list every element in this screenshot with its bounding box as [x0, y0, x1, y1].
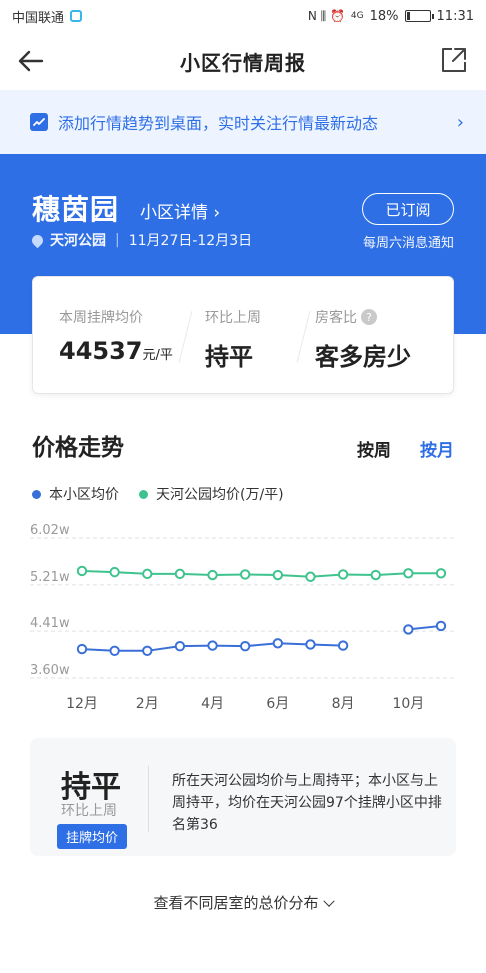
share-icon[interactable]: [440, 46, 468, 74]
data-point-district: [207, 569, 218, 581]
data-point-district: [239, 569, 251, 580]
series-line-district: [81, 569, 441, 578]
data-point-district: [403, 568, 414, 579]
data-point-district: [272, 569, 284, 581]
divider: [296, 311, 311, 363]
data-point-district: [174, 568, 186, 580]
summary-subline: 环比上周: [61, 803, 117, 819]
battery-icon: [404, 10, 434, 22]
clock: 11:31: [436, 8, 474, 24]
separator: |: [115, 232, 120, 248]
data-point-district: [370, 569, 381, 581]
y-tick-label: 5.21w: [30, 570, 70, 585]
data-point-community: [76, 643, 88, 655]
app-notification-icon: [70, 10, 83, 22]
data-point-community: [239, 640, 251, 652]
notify-note: 每周六消息通知: [362, 236, 454, 251]
data-point-community: [305, 639, 316, 650]
divider: [178, 311, 193, 363]
chart-legend: 本小区均价 天河公园均价(万/平): [32, 484, 284, 504]
add-to-desktop-banner[interactable]: 添加行情趋势到桌面，实时关注行情最新动态 ›: [0, 90, 486, 154]
carrier-label: 中国联通: [12, 10, 65, 26]
tab-by-week[interactable]: 按周: [357, 436, 391, 461]
listing-price-label: 本周挂牌均价: [59, 310, 143, 326]
data-point-community: [337, 640, 349, 651]
community-name: 穗茵园: [32, 193, 120, 226]
data-point-district: [76, 565, 88, 577]
summary-card: 持平 环比上周 挂牌均价 所在天河公园均价与上周持平；本小区与上周持平，均价在天…: [30, 738, 456, 856]
status-icons: N ⫼ ⏰: [307, 8, 345, 23]
data-point-community: [435, 620, 447, 632]
back-arrow-icon[interactable]: [16, 46, 46, 76]
x-tick-label: 12月: [66, 696, 98, 712]
legend-label-community: 本小区均价: [49, 487, 119, 503]
help-icon[interactable]: ?: [361, 309, 377, 325]
location-pin-icon: [29, 232, 46, 248]
data-point-community: [403, 624, 414, 635]
stats-card: 本周挂牌均价 44537元/平 环比上周 持平 房客比 ? 客多房少: [32, 276, 454, 394]
ratio-stat: 房客比 ? 客多房少: [315, 307, 411, 372]
location-info: 天河公园 | 11月27日-12月3日: [29, 230, 253, 250]
wow-stat: 环比上周 持平: [205, 307, 261, 372]
battery-percent: 18%: [369, 8, 399, 24]
nav-bar: 小区行情周报: [0, 32, 486, 90]
y-tick-label: 3.60w: [30, 663, 70, 678]
data-point-community: [207, 640, 218, 651]
subscribed-button[interactable]: 已订阅: [362, 193, 454, 225]
legend-label-district: 天河公园均价(万/平): [156, 487, 284, 503]
district-name: 天河公园: [50, 233, 106, 249]
summary-badge: 挂牌均价: [57, 824, 128, 849]
price-trend-chart[interactable]: 6.02w 5.21w 4.41w 3.60w 12月 2月 4月 6月 8月 10月: [0, 520, 486, 720]
x-tick-label: 8月: [332, 696, 355, 712]
trend-chart-icon: [30, 113, 48, 131]
signal-icon: 4G: [350, 11, 364, 21]
data-point-district: [337, 569, 349, 580]
chevron-right-icon: ›: [456, 111, 464, 133]
x-tick-label: 10月: [392, 696, 424, 712]
price-distribution-label: 查看不同居室的总价分布: [153, 894, 319, 912]
data-point-district: [305, 571, 316, 582]
banner-text: 添加行情趋势到桌面，实时关注行情最新动态: [58, 114, 379, 133]
y-tick-label: 4.41w: [30, 616, 70, 631]
data-point-district: [435, 568, 447, 579]
listing-price-unit: 元/平: [142, 348, 173, 363]
y-tick-label: 6.02w: [30, 523, 70, 538]
legend-dot-blue: [32, 489, 41, 499]
summary-description: 所在天河公园均价与上周持平；本小区与上周持平，均价在天河公园97个挂牌小区中排名…: [172, 773, 442, 833]
data-point-community: [109, 645, 120, 657]
wow-value: 持平: [205, 343, 253, 371]
listing-price-stat: 本周挂牌均价 44537元/平: [59, 307, 173, 365]
data-point-district: [109, 566, 120, 578]
summary-divider: [148, 766, 149, 832]
x-tick-label: 6月: [266, 696, 289, 712]
data-point-district: [142, 568, 153, 580]
trend-title: 价格走势: [32, 435, 124, 461]
community-detail-link[interactable]: 小区详情 ›: [140, 198, 220, 223]
tab-by-month[interactable]: 按月: [420, 436, 454, 461]
ratio-label-row: 房客比 ?: [315, 307, 411, 327]
listing-price-value: 44537: [59, 337, 143, 365]
ratio-label: 房客比: [315, 310, 357, 326]
price-distribution-link[interactable]: 查看不同居室的总价分布: [0, 892, 486, 913]
ratio-value: 客多房少: [315, 343, 411, 371]
status-bar: 中国联通 N ⫼ ⏰ 4G 18% 11:31: [0, 0, 486, 32]
data-point-community: [272, 638, 284, 649]
chevron-down-icon: [322, 895, 335, 907]
legend-dot-green: [139, 489, 148, 499]
listing-price-row: 44537元/平: [59, 337, 173, 365]
legend-item-community: 本小区均价: [32, 484, 119, 504]
x-tick-label: 2月: [136, 696, 159, 712]
x-tick-label: 4月: [201, 696, 224, 712]
page-title: 小区行情周报: [180, 50, 306, 75]
legend-item-district: 天河公园均价(万/平): [139, 484, 284, 504]
data-point-community: [142, 645, 153, 657]
wow-label: 环比上周: [205, 310, 261, 326]
date-range: 11月27日-12月3日: [128, 233, 253, 249]
data-point-community: [174, 640, 186, 652]
